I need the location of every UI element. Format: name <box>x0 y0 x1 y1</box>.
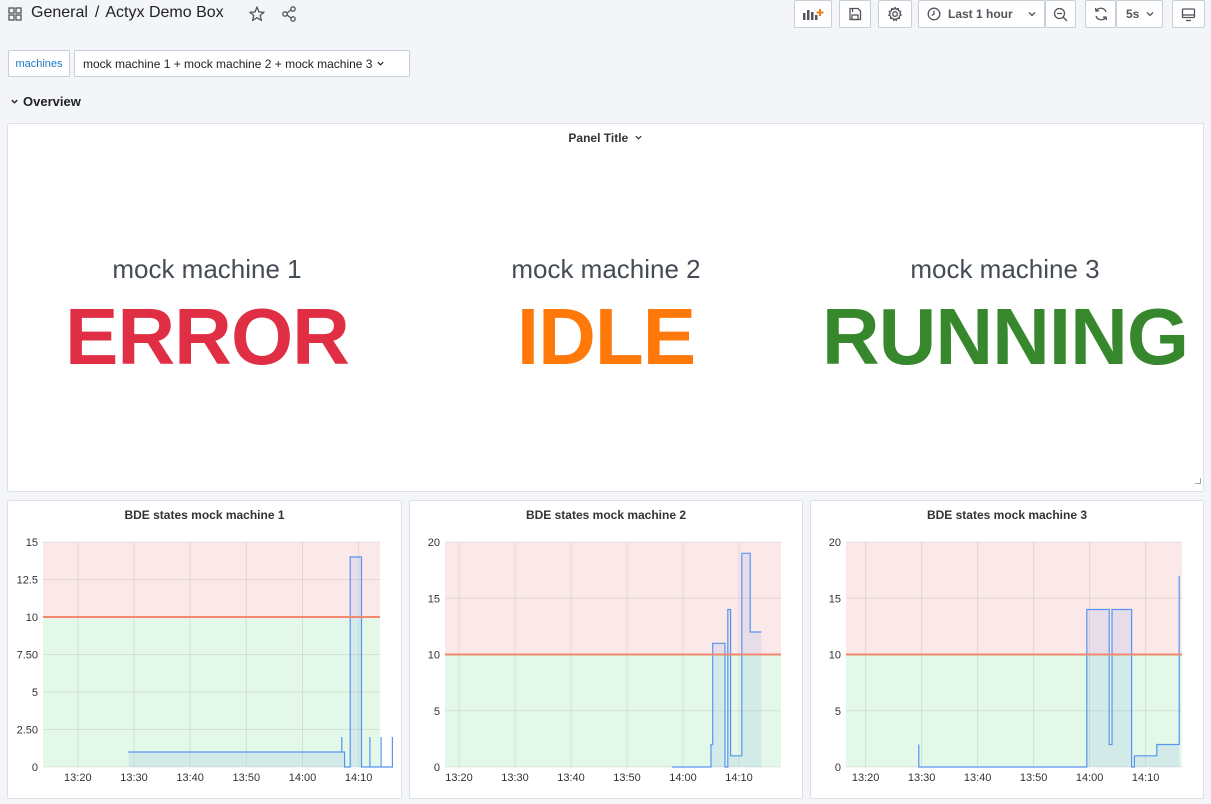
panel-title-menu[interactable]: Panel Title <box>8 131 1203 145</box>
x-tick-label: 14:00 <box>289 772 317 784</box>
x-tick-label: 13:50 <box>613 772 641 784</box>
x-tick-label: 14:10 <box>1132 772 1160 784</box>
refresh-button[interactable] <box>1085 0 1116 28</box>
save-icon <box>848 7 862 21</box>
breadcrumb-separator: / <box>94 4 100 21</box>
gear-icon <box>887 6 903 22</box>
dashboard-title[interactable]: Actyx Demo Box <box>105 4 223 21</box>
y-tick-label: 10 <box>428 650 440 662</box>
y-tick-label: 12.5 <box>17 575 38 587</box>
tv-mode-button[interactable] <box>1172 0 1205 28</box>
x-tick-label: 13:20 <box>445 772 473 784</box>
y-tick-label: 5 <box>434 706 440 718</box>
x-tick-label: 14:00 <box>1076 772 1104 784</box>
y-tick-label: 5 <box>32 687 38 699</box>
machine-state: ERROR <box>65 292 350 381</box>
breadcrumb: General / Actyx Demo Box <box>31 4 224 22</box>
y-tick-label: 15 <box>428 593 440 605</box>
x-tick-label: 14:00 <box>669 772 697 784</box>
y-tick-label: 15 <box>26 537 38 549</box>
x-tick-label: 13:40 <box>964 772 992 784</box>
y-tick-label: 10 <box>829 650 841 662</box>
y-tick-label: 7.50 <box>17 650 38 662</box>
x-tick-label: 13:30 <box>908 772 936 784</box>
row-collapse-toggle[interactable]: Overview <box>10 94 81 109</box>
machine-name: mock machine 1 <box>112 254 302 284</box>
chevron-down-icon <box>10 94 23 109</box>
chart-plot[interactable]: 0 2.50 5 7.50 10 12.5 15 13:20 13:30 13:40 13:50 14… <box>8 501 401 798</box>
add-panel-icon <box>802 7 824 21</box>
dashboard-grid-icon[interactable] <box>8 7 22 21</box>
time-range-label: Last 1 hour <box>948 7 1013 21</box>
machine-name: mock machine 2 <box>511 254 701 284</box>
y-tick-label: 20 <box>428 537 440 549</box>
zoom-out-icon <box>1053 7 1068 22</box>
chart-panel: BDE states mock machine 1 0 2.50 5 7.50 10 12… <box>7 500 402 799</box>
machine-name: mock machine 3 <box>910 254 1100 284</box>
chart-plot[interactable]: 0 5 10 15 20 13:20 13:30 13:40 13:50 14:00 14:10 <box>811 501 1203 798</box>
variable-value: mock machine 1 + mock machine 2 + mock m… <box>83 56 373 71</box>
chevron-down-icon <box>1145 9 1155 19</box>
x-tick-label: 13:20 <box>64 772 92 784</box>
x-tick-label: 13:30 <box>501 772 529 784</box>
chart-panel: BDE states mock machine 3 0 5 10 15 20 13:20 1… <box>810 500 1204 799</box>
chart-plot[interactable]: 0 5 10 15 20 13:20 13:30 13:40 13:50 14:00 14:10 <box>410 501 802 798</box>
refresh-icon <box>1093 6 1109 22</box>
chart-panel: BDE states mock machine 2 0 5 10 15 20 13:20 1… <box>409 500 803 799</box>
x-tick-label: 13:50 <box>233 772 261 784</box>
y-tick-label: 0 <box>32 762 38 774</box>
row-title: Overview <box>23 94 81 109</box>
x-tick-label: 14:10 <box>345 772 373 784</box>
chevron-down-icon <box>1027 9 1037 19</box>
variable-label: machines <box>8 50 70 77</box>
machine-status: mock machine 3 RUNNING <box>805 254 1205 377</box>
x-tick-label: 13:20 <box>852 772 880 784</box>
star-icon[interactable] <box>248 5 266 23</box>
machines-variable-select[interactable]: mock machine 1 + mock machine 2 + mock m… <box>74 50 410 77</box>
panel-title: Panel Title <box>568 131 629 145</box>
time-range-picker[interactable]: Last 1 hour <box>918 0 1045 28</box>
y-tick-label: 0 <box>434 762 440 774</box>
machine-state: RUNNING <box>821 292 1189 381</box>
x-tick-label: 13:40 <box>176 772 204 784</box>
x-tick-label: 13:40 <box>557 772 585 784</box>
refresh-interval-label: 5s <box>1126 7 1140 21</box>
zoom-out-button[interactable] <box>1045 0 1076 28</box>
share-icon[interactable] <box>280 5 298 23</box>
x-tick-label: 14:10 <box>725 772 753 784</box>
y-tick-label: 0 <box>835 762 841 774</box>
x-tick-label: 13:30 <box>120 772 148 784</box>
machine-state: IDLE <box>516 292 696 381</box>
y-tick-label: 15 <box>829 593 841 605</box>
status-panel: Panel Title mock machine 1 ERROR mock ma… <box>7 123 1204 492</box>
machine-status: mock machine 2 IDLE <box>456 254 756 377</box>
x-tick-label: 13:50 <box>1020 772 1048 784</box>
refresh-interval-picker[interactable]: 5s <box>1116 0 1163 28</box>
breadcrumb-folder[interactable]: General <box>31 4 88 21</box>
save-dashboard-button[interactable] <box>839 0 871 28</box>
resize-handle-icon[interactable] <box>1195 471 1201 489</box>
clock-icon <box>927 7 941 21</box>
dashboard-settings-button[interactable] <box>878 0 912 28</box>
y-tick-label: 20 <box>829 537 841 549</box>
machine-status: mock machine 1 ERROR <box>57 254 357 377</box>
y-tick-label: 10 <box>26 612 38 624</box>
top-nav-bar: General / Actyx Demo Box Last 1 hour 5s <box>0 0 1211 28</box>
add-panel-button[interactable] <box>794 0 832 28</box>
chevron-down-icon <box>376 57 385 71</box>
monitor-icon <box>1181 7 1196 22</box>
y-tick-label: 5 <box>835 706 841 718</box>
y-tick-label: 2.50 <box>17 725 38 737</box>
